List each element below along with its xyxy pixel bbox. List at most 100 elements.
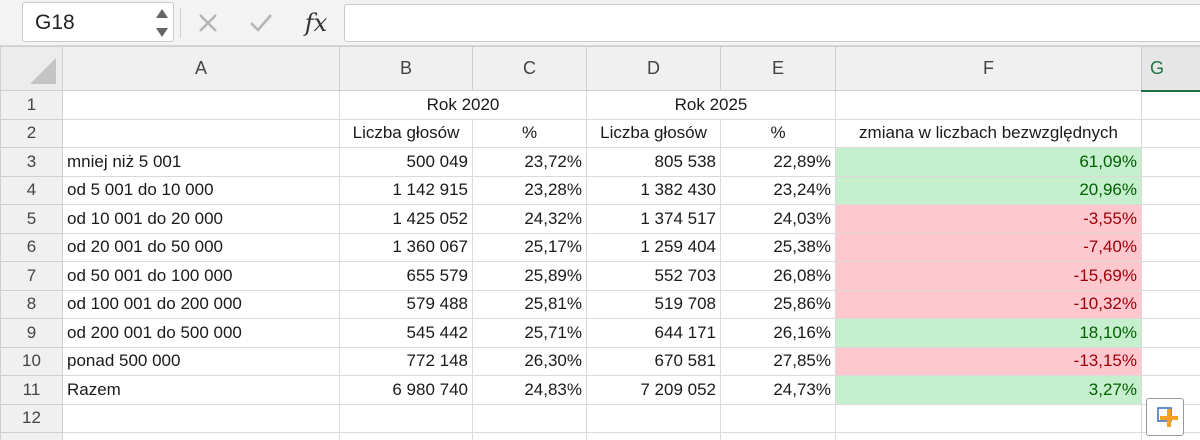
cell-b7[interactable]: 655 579 (339, 261, 473, 291)
row-header[interactable]: 7 (0, 261, 63, 291)
enter-button[interactable] (244, 5, 278, 41)
cell-d3[interactable]: 805 538 (586, 147, 721, 177)
cell-e2[interactable]: % (720, 118, 836, 148)
cell-a1[interactable] (62, 90, 340, 120)
cell-g1[interactable] (1141, 90, 1200, 120)
cell-a4[interactable]: od 5 001 do 10 000 (62, 175, 340, 205)
cell-f8[interactable]: -10,32% (835, 289, 1142, 319)
cell-c13[interactable] (472, 432, 587, 440)
cell-c5[interactable]: 24,32% (472, 204, 587, 234)
cell-g10[interactable] (1141, 346, 1200, 376)
cell-g3[interactable] (1141, 147, 1200, 177)
cell-a10[interactable]: ponad 500 000 (62, 346, 340, 376)
cell-d5[interactable]: 1 374 517 (586, 204, 721, 234)
cell-d1-merged[interactable]: Rok 2025 (586, 90, 836, 120)
cell-c10[interactable]: 26,30% (472, 346, 587, 376)
cell-a9[interactable]: od 200 001 do 500 000 (62, 318, 340, 348)
cell-f5[interactable]: -3,55% (835, 204, 1142, 234)
cell-d11[interactable]: 7 209 052 (586, 375, 721, 405)
cell-c6[interactable]: 25,17% (472, 232, 587, 262)
cell-c7[interactable]: 25,89% (472, 261, 587, 291)
cell-f3[interactable]: 61,09% (835, 147, 1142, 177)
name-box-dropdown[interactable] (155, 7, 169, 39)
cell-a6[interactable]: od 20 001 do 50 000 (62, 232, 340, 262)
cell-c4[interactable]: 23,28% (472, 175, 587, 205)
cell-d10[interactable]: 670 581 (586, 346, 721, 376)
cell-c9[interactable]: 25,71% (472, 318, 587, 348)
cell-e3[interactable]: 22,89% (720, 147, 836, 177)
row-header[interactable]: 10 (0, 346, 63, 376)
cell-d7[interactable]: 552 703 (586, 261, 721, 291)
cell-f12[interactable] (835, 403, 1142, 433)
row-header[interactable]: 11 (0, 375, 63, 405)
cell-b2[interactable]: Liczba głosów (339, 118, 473, 148)
quick-analysis-button[interactable] (1146, 398, 1184, 436)
cell-g8[interactable] (1141, 289, 1200, 319)
column-header-e[interactable]: E (720, 46, 836, 91)
cell-e6[interactable]: 25,38% (720, 232, 836, 262)
cell-b5[interactable]: 1 425 052 (339, 204, 473, 234)
cell-f2[interactable]: zmiana w liczbach bezwzględnych (835, 118, 1142, 148)
cell-e5[interactable]: 24,03% (720, 204, 836, 234)
cell-c12[interactable] (472, 403, 587, 433)
cell-b9[interactable]: 545 442 (339, 318, 473, 348)
cell-b3[interactable]: 500 049 (339, 147, 473, 177)
cell-d9[interactable]: 644 171 (586, 318, 721, 348)
cell-f7[interactable]: -15,69% (835, 261, 1142, 291)
cell-e10[interactable]: 27,85% (720, 346, 836, 376)
cell-g5[interactable] (1141, 204, 1200, 234)
column-header-b[interactable]: B (339, 46, 473, 91)
row-header[interactable]: 5 (0, 204, 63, 234)
row-header[interactable]: 1 (0, 90, 63, 120)
column-header-a[interactable]: A (62, 46, 340, 91)
cell-c2[interactable]: % (472, 118, 587, 148)
cell-f13[interactable] (835, 432, 1142, 440)
cell-d8[interactable]: 519 708 (586, 289, 721, 319)
cell-g7[interactable] (1141, 261, 1200, 291)
column-header-c[interactable]: C (472, 46, 587, 91)
cell-a8[interactable]: od 100 001 do 200 000 (62, 289, 340, 319)
row-header[interactable]: 13 (0, 432, 63, 440)
cell-f1[interactable] (835, 90, 1142, 120)
formula-input[interactable] (344, 4, 1200, 42)
column-header-g[interactable]: G (1141, 46, 1200, 92)
cell-g2[interactable] (1141, 118, 1200, 148)
cell-e8[interactable]: 25,86% (720, 289, 836, 319)
row-header[interactable]: 3 (0, 147, 63, 177)
row-header[interactable]: 4 (0, 175, 63, 205)
cell-b10[interactable]: 772 148 (339, 346, 473, 376)
column-header-f[interactable]: F (835, 46, 1142, 91)
cell-d4[interactable]: 1 382 430 (586, 175, 721, 205)
cell-a12[interactable] (62, 403, 340, 433)
cell-d12[interactable] (586, 403, 721, 433)
cell-b11[interactable]: 6 980 740 (339, 375, 473, 405)
cell-b6[interactable]: 1 360 067 (339, 232, 473, 262)
select-all-button[interactable] (0, 46, 63, 91)
cell-a5[interactable]: od 10 001 do 20 000 (62, 204, 340, 234)
cell-f4[interactable]: 20,96% (835, 175, 1142, 205)
cell-c11[interactable]: 24,83% (472, 375, 587, 405)
cell-a2[interactable] (62, 118, 340, 148)
cell-b8[interactable]: 579 488 (339, 289, 473, 319)
cell-a11[interactable]: Razem (62, 375, 340, 405)
cell-e11[interactable]: 24,73% (720, 375, 836, 405)
cell-c3[interactable]: 23,72% (472, 147, 587, 177)
cell-f6[interactable]: -7,40% (835, 232, 1142, 262)
cell-e9[interactable]: 26,16% (720, 318, 836, 348)
cell-g4[interactable] (1141, 175, 1200, 205)
row-header[interactable]: 8 (0, 289, 63, 319)
cell-b13[interactable] (339, 432, 473, 440)
column-header-d[interactable]: D (586, 46, 721, 91)
cell-e4[interactable]: 23,24% (720, 175, 836, 205)
cell-b12[interactable] (339, 403, 473, 433)
row-header[interactable]: 6 (0, 232, 63, 262)
cell-e13[interactable] (720, 432, 836, 440)
row-header[interactable]: 9 (0, 318, 63, 348)
cell-b4[interactable]: 1 142 915 (339, 175, 473, 205)
cell-f10[interactable]: -13,15% (835, 346, 1142, 376)
cell-a13[interactable] (62, 432, 340, 440)
cell-a7[interactable]: od 50 001 do 100 000 (62, 261, 340, 291)
insert-function-button[interactable]: fx (296, 5, 336, 41)
cell-e7[interactable]: 26,08% (720, 261, 836, 291)
row-header[interactable]: 2 (0, 118, 63, 148)
